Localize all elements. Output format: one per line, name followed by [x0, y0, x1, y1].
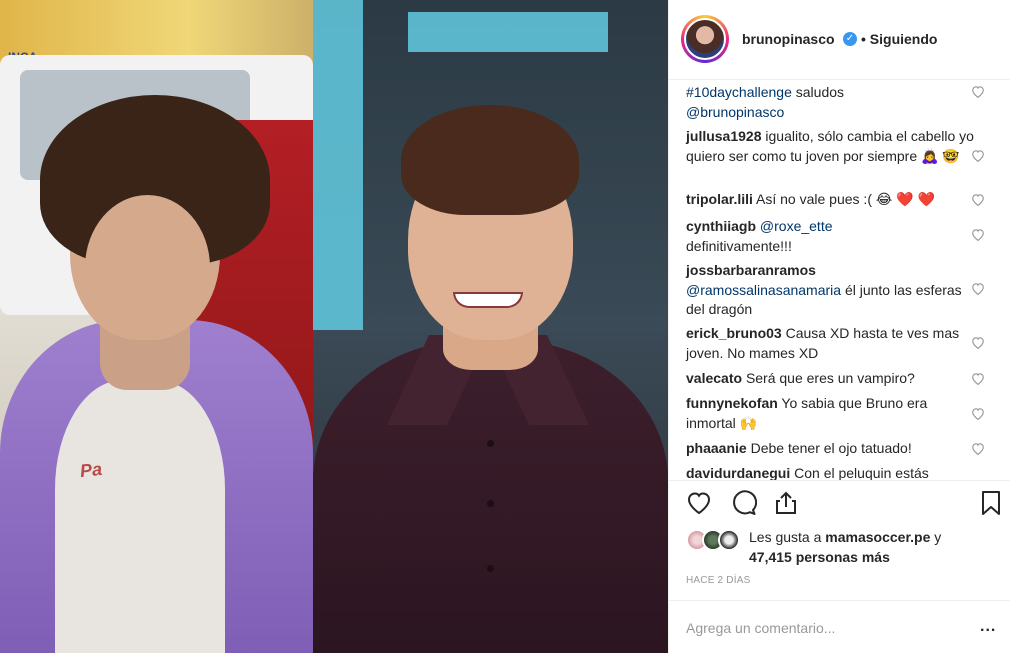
list-item: tripolar.lili Así no vale pues :( 😂 ❤️ ❤… — [686, 190, 976, 210]
list-item: valecato Será que eres un vampiro? — [686, 369, 976, 389]
photo-right-half — [313, 0, 668, 653]
share-icon[interactable] — [772, 489, 800, 517]
comment-username[interactable]: erick_bruno03 — [686, 325, 782, 341]
photo-left-half: INCA Pa — [0, 0, 313, 653]
shirt-button — [487, 440, 494, 447]
comment-text: Con el peluquin estás — [794, 465, 929, 480]
likes-user[interactable]: mamasoccer.pe — [825, 529, 930, 545]
hair-styled — [401, 105, 579, 215]
comment-username[interactable]: jossbarbaranramos — [686, 262, 816, 278]
avatar[interactable] — [718, 529, 740, 551]
heart-icon[interactable] — [971, 336, 985, 349]
likes-count[interactable]: 47,415 personas más — [749, 549, 890, 565]
mention-link[interactable]: @brunopinasco — [686, 104, 784, 120]
face-lower — [85, 195, 210, 340]
mention-link[interactable]: @roxe_ette — [760, 218, 833, 234]
studio-screen-left — [313, 0, 363, 330]
heart-icon[interactable] — [971, 85, 985, 98]
post-photo[interactable]: INCA Pa — [0, 0, 668, 653]
list-item: jullusa1928 igualito, sólo cambia el cab… — [686, 127, 976, 166]
post-header: brunopinasco ✓ • Siguiendo — [669, 0, 1010, 80]
comments-list[interactable]: #10daychallenge saludos @brunopinasco ju… — [669, 80, 1010, 480]
heart-icon[interactable] — [971, 149, 985, 162]
likes-prefix: Les gusta a — [749, 529, 826, 545]
comment-username[interactable]: tripolar.lili — [686, 191, 753, 207]
white-tshirt — [55, 380, 225, 653]
list-item: funnynekofan Yo sabia que Bruno era inmo… — [686, 394, 976, 433]
hashtag-link[interactable]: #10daychallenge — [686, 84, 792, 100]
action-bar — [669, 480, 1010, 528]
dark-shirt — [313, 340, 668, 653]
comment-username[interactable]: davidurdanegui — [686, 465, 790, 480]
more-options-icon[interactable]: ... — [980, 618, 996, 636]
post-side-panel: brunopinasco ✓ • Siguiendo #10daychallen… — [668, 0, 1010, 653]
comment-text: Debe tener el ojo tatuado! — [750, 440, 912, 456]
heart-icon[interactable] — [685, 489, 713, 517]
comment-icon[interactable] — [729, 489, 757, 517]
likes-middle: y — [930, 529, 942, 545]
post-username[interactable]: brunopinasco — [742, 31, 835, 47]
comment-username[interactable]: phaaanie — [686, 440, 747, 456]
comment-username[interactable]: jullusa1928 — [686, 128, 762, 144]
bookmark-icon[interactable] — [977, 489, 1005, 517]
comment-text: definitivamente!!! — [686, 237, 792, 254]
following-button[interactable]: • Siguiendo — [861, 31, 937, 47]
tshirt-print: Pa — [78, 458, 103, 482]
list-item: phaaanie Debe tener el ojo tatuado! — [686, 439, 976, 459]
list-item: davidurdanegui Con el peluquin estás — [686, 464, 976, 480]
mention-link[interactable]: @ramossalinasanamaria — [686, 282, 841, 298]
post-timestamp[interactable]: HACE 2 DÍAS — [686, 575, 750, 586]
heart-icon[interactable] — [971, 193, 985, 206]
smile — [453, 292, 523, 308]
heart-icon[interactable] — [971, 442, 985, 455]
verified-icon: ✓ — [843, 32, 857, 46]
comment-form: Agrega un comentario... ... — [669, 600, 1010, 653]
comment-text: saludos — [791, 84, 845, 100]
list-item: #10daychallenge saludos @brunopinasco — [686, 83, 976, 122]
heart-icon[interactable] — [971, 407, 985, 420]
studio-screen-top — [408, 12, 608, 52]
heart-icon[interactable] — [971, 282, 985, 295]
likes-summary: Les gusta a mamasoccer.pe y 47,415 perso… — [686, 528, 1006, 568]
heart-icon[interactable] — [971, 228, 985, 241]
comment-username[interactable]: funnynekofan — [686, 395, 778, 411]
heart-icon[interactable] — [971, 372, 985, 385]
comment-username[interactable]: valecato — [686, 370, 742, 386]
list-item: jossbarbaranramos @ramossalinasanamaria … — [686, 261, 976, 320]
shirt-button — [487, 500, 494, 507]
shirt-button — [487, 565, 494, 572]
avatar[interactable] — [684, 18, 726, 60]
comment-text: Será que eres un vampiro? — [745, 370, 915, 386]
list-item: cynthiiagb @roxe_ette definitivamente!!! — [686, 217, 976, 256]
likes-text[interactable]: Les gusta a mamasoccer.pe y 47,415 perso… — [749, 528, 1009, 567]
comment-input[interactable]: Agrega un comentario... — [686, 620, 835, 636]
comment-text: Así no vale pues :( 😂 ❤️ ❤️ — [756, 191, 935, 207]
comment-username[interactable]: cynthiiagb — [686, 218, 756, 234]
list-item: erick_bruno03 Causa XD hasta te ves mas … — [686, 324, 976, 363]
